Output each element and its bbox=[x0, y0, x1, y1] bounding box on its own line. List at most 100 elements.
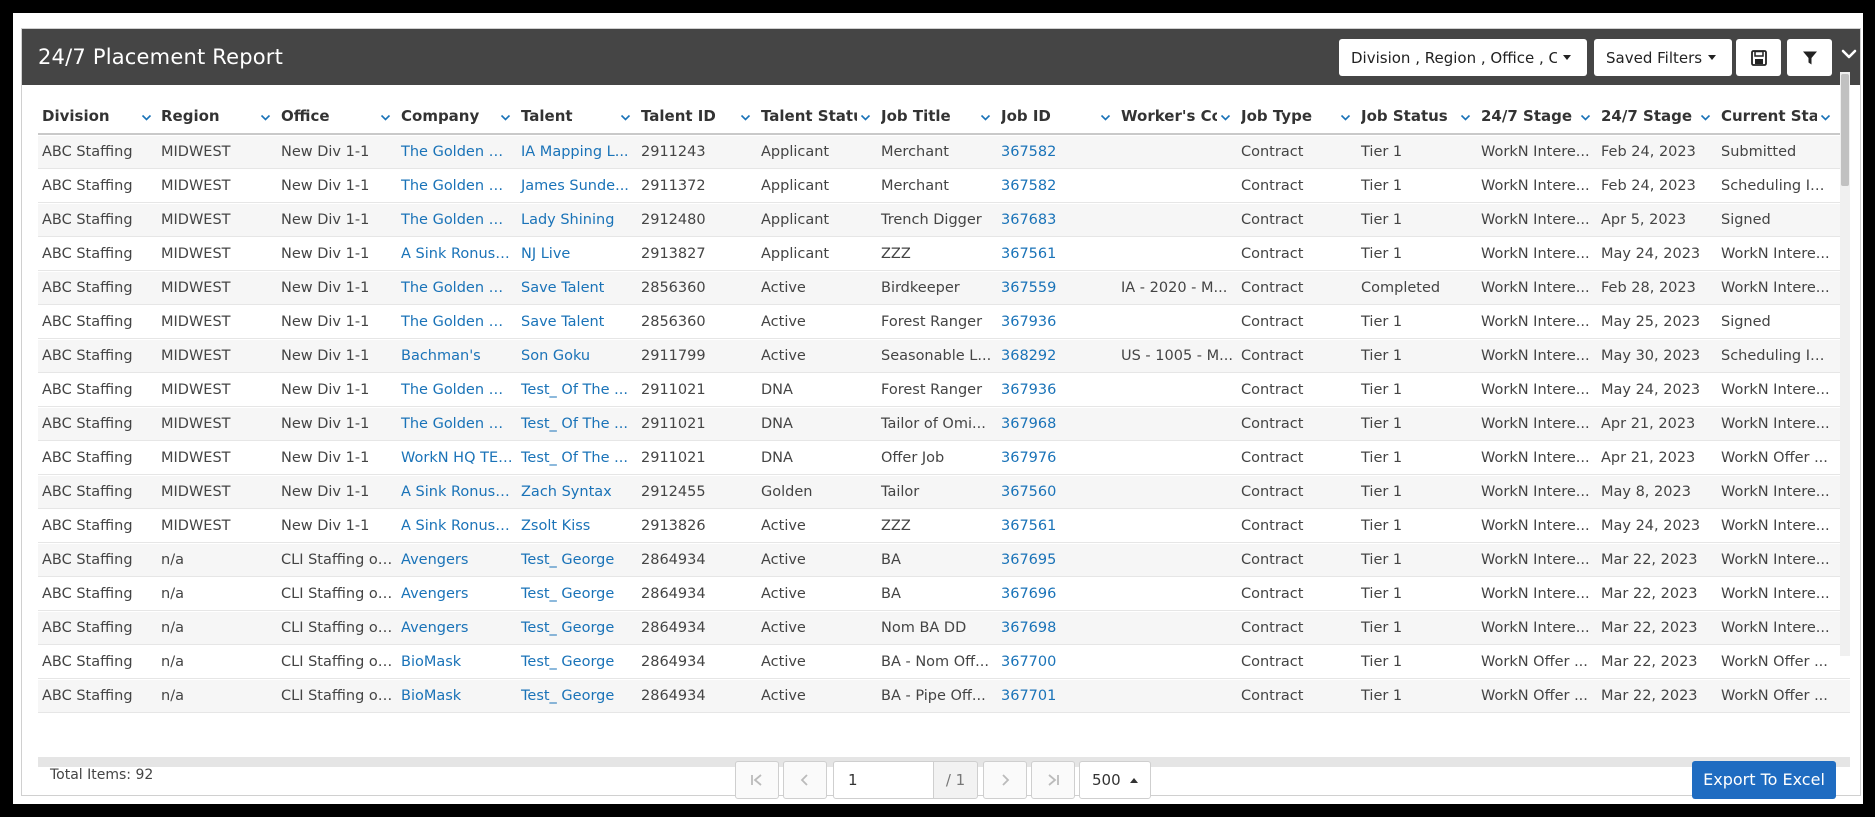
cell-talent-link[interactable]: Test_ George bbox=[517, 578, 633, 611]
cell-company-link[interactable]: Avengers bbox=[397, 612, 513, 645]
cell-company-link[interactable]: WorkN HQ TEST bbox=[397, 714, 513, 720]
page-number-input[interactable]: 1 bbox=[833, 761, 934, 799]
cell-job-id-link[interactable]: 368034 bbox=[997, 714, 1113, 720]
cell-company-link[interactable]: Avengers bbox=[397, 578, 513, 611]
column-filter-chevron-icon[interactable] bbox=[740, 113, 751, 122]
cell-talent-link[interactable]: Lady Shining bbox=[517, 204, 633, 237]
cell-talent-link[interactable]: Save Talent bbox=[517, 272, 633, 305]
table-row[interactable]: ABC Staffing n/a CLI Staffing of... Avenger… bbox=[38, 578, 1850, 611]
table-row[interactable]: ABC Staffing MIDWEST New Div 1-1 The Golden… bbox=[38, 408, 1850, 441]
table-row[interactable]: ABC Staffing MIDWEST New Div 1-1 Bachman's S… bbox=[38, 340, 1850, 373]
column-header-talent-id[interactable]: Talent ID bbox=[637, 93, 755, 135]
column-filter-chevron-icon[interactable] bbox=[860, 113, 871, 122]
table-row[interactable]: ABC Staffing MIDWEST New Div 1-1 The Golden… bbox=[38, 374, 1850, 407]
column-header-job-title[interactable]: Job Title bbox=[877, 93, 995, 135]
cell-talent-link[interactable]: NJ Live bbox=[517, 238, 633, 271]
cell-company-link[interactable]: The Golden O... bbox=[397, 408, 513, 441]
cell-talent-link[interactable]: Save Talent bbox=[517, 306, 633, 339]
cell-talent-link[interactable]: James Sunde... bbox=[517, 170, 633, 203]
cell-talent-link[interactable]: Test_ Of The ... bbox=[517, 408, 633, 441]
saved-filters-dropdown[interactable]: Saved Filters bbox=[1594, 39, 1732, 76]
column-filter-chevron-icon[interactable] bbox=[260, 113, 271, 122]
cell-company-link[interactable]: A Sink Ronuss... bbox=[397, 476, 513, 509]
column-filter-chevron-icon[interactable] bbox=[620, 113, 631, 122]
cell-company-link[interactable]: The Golden O... bbox=[397, 170, 513, 203]
cell-job-id-link[interactable]: 367700 bbox=[997, 646, 1113, 679]
filter-columns-dropdown[interactable]: Division , Region , Office , Con bbox=[1339, 39, 1587, 76]
column-filter-chevron-icon[interactable] bbox=[1340, 113, 1351, 122]
table-row[interactable]: ABC Staffing n/a CLI Staffing of... Avenger… bbox=[38, 544, 1850, 577]
cell-talent-link[interactable]: Test_ Chang... bbox=[517, 714, 633, 720]
table-row[interactable]: ABC Staffing MIDWEST New Div 1-1 A Sink Ron… bbox=[38, 238, 1850, 271]
cell-company-link[interactable]: A Sink Ronuss... bbox=[397, 510, 513, 543]
cell-job-id-link[interactable]: 367698 bbox=[997, 612, 1113, 645]
column-filter-chevron-icon[interactable] bbox=[1220, 113, 1231, 122]
previous-page-button[interactable] bbox=[783, 761, 827, 799]
cell-company-link[interactable]: The Golden O... bbox=[397, 272, 513, 305]
cell-job-id-link[interactable]: 367701 bbox=[997, 680, 1113, 713]
column-header-stage[interactable]: 24/7 Stage bbox=[1477, 93, 1595, 135]
table-row[interactable]: ABC Staffing MIDWEST New Div 1-1 The Golden… bbox=[38, 136, 1850, 169]
table-row[interactable]: ABC Staffing MIDWEST New Div 1-1 A Sink Ron… bbox=[38, 510, 1850, 543]
column-header-company[interactable]: Company bbox=[397, 93, 515, 135]
cell-job-id-link[interactable]: 367560 bbox=[997, 476, 1113, 509]
column-filter-chevron-icon[interactable] bbox=[1580, 113, 1591, 122]
cell-talent-link[interactable]: Test_ George bbox=[517, 680, 633, 713]
column-header-workers-comp[interactable]: Worker's Co... bbox=[1117, 93, 1235, 135]
column-filter-chevron-icon[interactable] bbox=[1820, 113, 1831, 122]
cell-job-id-link[interactable]: 367695 bbox=[997, 544, 1113, 577]
column-filter-chevron-icon[interactable] bbox=[500, 113, 511, 122]
cell-company-link[interactable]: A Sink Ronuss... bbox=[397, 238, 513, 271]
cell-talent-link[interactable]: Test_ George bbox=[517, 612, 633, 645]
vertical-scrollbar-thumb[interactable] bbox=[1841, 74, 1849, 186]
column-header-talent[interactable]: Talent bbox=[517, 93, 635, 135]
cell-talent-link[interactable]: Test_ George bbox=[517, 646, 633, 679]
cell-job-id-link[interactable]: 368292 bbox=[997, 340, 1113, 373]
first-page-button[interactable] bbox=[735, 761, 779, 799]
cell-job-id-link[interactable]: 367561 bbox=[997, 510, 1113, 543]
table-row[interactable]: ABC Staffing n/a CLI Staffing of... BioMask… bbox=[38, 680, 1850, 713]
column-filter-chevron-icon[interactable] bbox=[980, 113, 991, 122]
cell-job-id-link[interactable]: 367696 bbox=[997, 578, 1113, 611]
cell-talent-link[interactable]: Son Goku bbox=[517, 340, 633, 373]
table-row[interactable]: ABC Staffing MIDWEST New Div 1-1 The Golden… bbox=[38, 170, 1850, 203]
cell-company-link[interactable]: Avengers bbox=[397, 544, 513, 577]
cell-talent-link[interactable]: Zsolt Kiss bbox=[517, 510, 633, 543]
cell-talent-link[interactable]: Test_ Of The ... bbox=[517, 442, 633, 475]
cell-job-id-link[interactable]: 367936 bbox=[997, 374, 1113, 407]
column-filter-chevron-icon[interactable] bbox=[1700, 113, 1711, 122]
next-page-button[interactable] bbox=[983, 761, 1027, 799]
column-header-job-status[interactable]: Job Status bbox=[1357, 93, 1475, 135]
table-row[interactable]: ABC Staffingna August 2019 B... WorkN HQ T… bbox=[38, 714, 1850, 720]
cell-job-id-link[interactable]: 367582 bbox=[997, 170, 1113, 203]
export-to-excel-button[interactable]: Export To Excel bbox=[1692, 761, 1836, 799]
cell-job-id-link[interactable]: 367968 bbox=[997, 408, 1113, 441]
cell-job-id-link[interactable]: 367582 bbox=[997, 136, 1113, 169]
column-filter-chevron-icon[interactable] bbox=[1460, 113, 1471, 122]
cell-company-link[interactable]: The Golden O... bbox=[397, 306, 513, 339]
column-header-job-type[interactable]: Job Type bbox=[1237, 93, 1355, 135]
column-header-talent-status[interactable]: Talent Status bbox=[757, 93, 875, 135]
page-size-dropdown[interactable]: 500 bbox=[1079, 761, 1151, 799]
toggle-filter-button[interactable] bbox=[1787, 39, 1832, 76]
cell-talent-link[interactable]: Test_ George bbox=[517, 544, 633, 577]
cell-company-link[interactable]: Bachman's bbox=[397, 340, 513, 373]
table-row[interactable]: ABC Staffing n/a CLI Staffing of... BioMask… bbox=[38, 646, 1850, 679]
table-row[interactable]: ABC Staffing MIDWEST New Div 1-1 A Sink Ron… bbox=[38, 476, 1850, 509]
cell-talent-link[interactable]: Zach Syntax bbox=[517, 476, 633, 509]
table-row[interactable]: ABC Staffing MIDWEST New Div 1-1 WorkN HQ T… bbox=[38, 442, 1850, 475]
cell-job-id-link[interactable]: 367561 bbox=[997, 238, 1113, 271]
save-filter-button[interactable] bbox=[1736, 39, 1781, 76]
column-header-stage-date[interactable]: 24/7 Stage D... bbox=[1597, 93, 1715, 135]
cell-talent-link[interactable]: IA Mapping L... bbox=[517, 136, 633, 169]
vertical-scrollbar[interactable] bbox=[1840, 72, 1850, 656]
table-row[interactable]: ABC Staffing MIDWEST New Div 1-1 The Golden… bbox=[38, 204, 1850, 237]
cell-company-link[interactable]: The Golden O... bbox=[397, 136, 513, 169]
column-header-office[interactable]: Office bbox=[277, 93, 395, 135]
cell-company-link[interactable]: BioMask bbox=[397, 680, 513, 713]
table-row[interactable]: ABC Staffing MIDWEST New Div 1-1 The Golden… bbox=[38, 272, 1850, 305]
column-filter-chevron-icon[interactable] bbox=[380, 113, 391, 122]
cell-company-link[interactable]: The Golden O... bbox=[397, 204, 513, 237]
cell-job-id-link[interactable]: 367976 bbox=[997, 442, 1113, 475]
cell-job-id-link[interactable]: 367683 bbox=[997, 204, 1113, 237]
